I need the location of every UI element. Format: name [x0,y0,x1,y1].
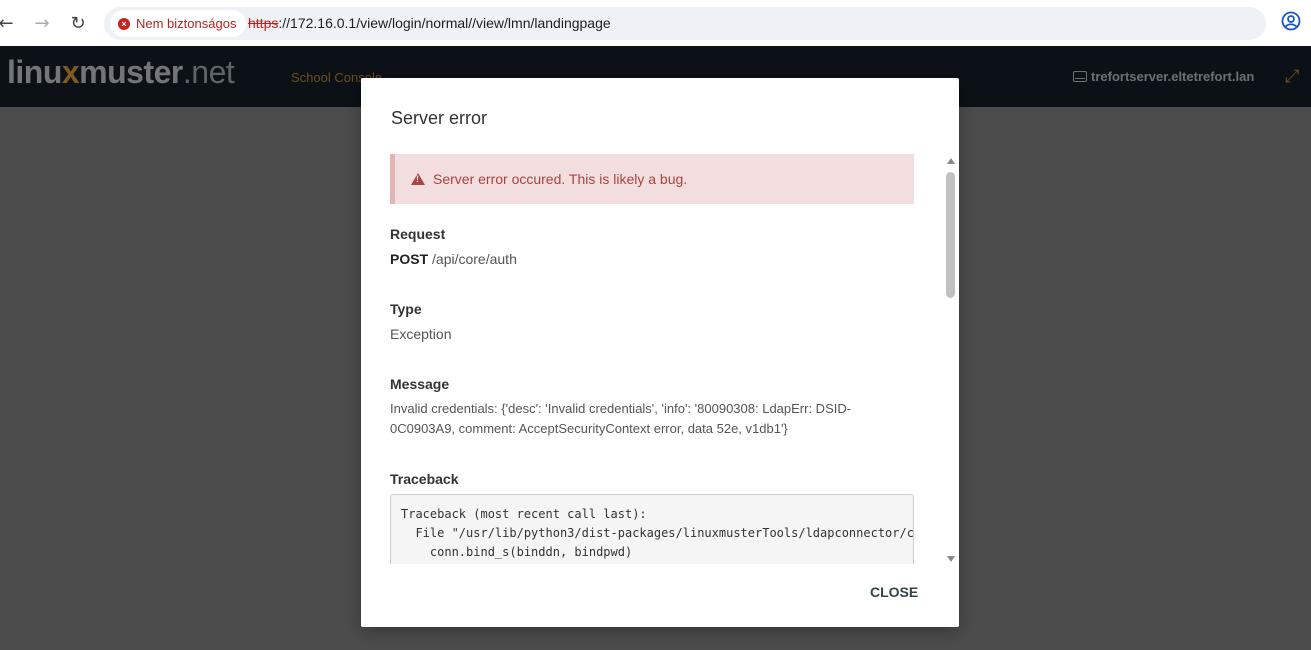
warning-icon [411,173,425,185]
back-arrow-icon[interactable]: ← [0,11,18,35]
browser-toolbar: ← → ↻ × Nem biztonságos https://172.16.0… [0,0,1311,46]
url-rest: ://172.16.0.1/view/login/normal//view/lm… [278,15,611,31]
close-button[interactable]: CLOSE [870,584,918,600]
traceback-label: Traceback [390,471,459,487]
profile-icon[interactable] [1281,11,1301,31]
request-path: /api/core/auth [428,251,517,267]
dialog-body[interactable]: Server error occured. This is likely a b… [361,154,959,564]
dialog-title: Server error [391,108,488,128]
type-label: Type [390,301,422,317]
url-scheme: https [248,15,279,31]
url-text[interactable]: https://172.16.0.1/view/login/normal//vi… [248,15,611,31]
security-label: Nem biztonságos [136,16,237,31]
reload-icon[interactable]: ↻ [66,11,90,35]
traceback-code[interactable]: Traceback (most recent call last): File … [390,494,914,564]
scroll-thumb[interactable] [946,172,955,298]
server-error-dialog: Server error Server error occured. This … [361,78,959,627]
address-bar[interactable]: × Nem biztonságos https://172.16.0.1/vie… [104,7,1266,40]
forward-arrow-icon[interactable]: → [30,11,54,35]
request-value: POST /api/core/auth [390,251,517,267]
scroll-down-arrow-icon[interactable] [947,556,955,562]
scroll-up-arrow-icon[interactable] [947,158,955,164]
request-label: Request [390,226,446,242]
alert-text: Server error occured. This is likely a b… [433,171,688,187]
message-value: Invalid credentials: {'desc': 'Invalid c… [390,401,852,436]
request-method: POST [390,251,429,267]
dialog-scrollbar[interactable] [945,158,957,562]
error-alert: Server error occured. This is likely a b… [390,154,914,204]
security-indicator[interactable]: × Nem biztonságos [110,10,247,37]
message-label: Message [390,376,450,392]
error-circle-icon: × [118,17,130,30]
type-value: Exception [390,326,452,342]
